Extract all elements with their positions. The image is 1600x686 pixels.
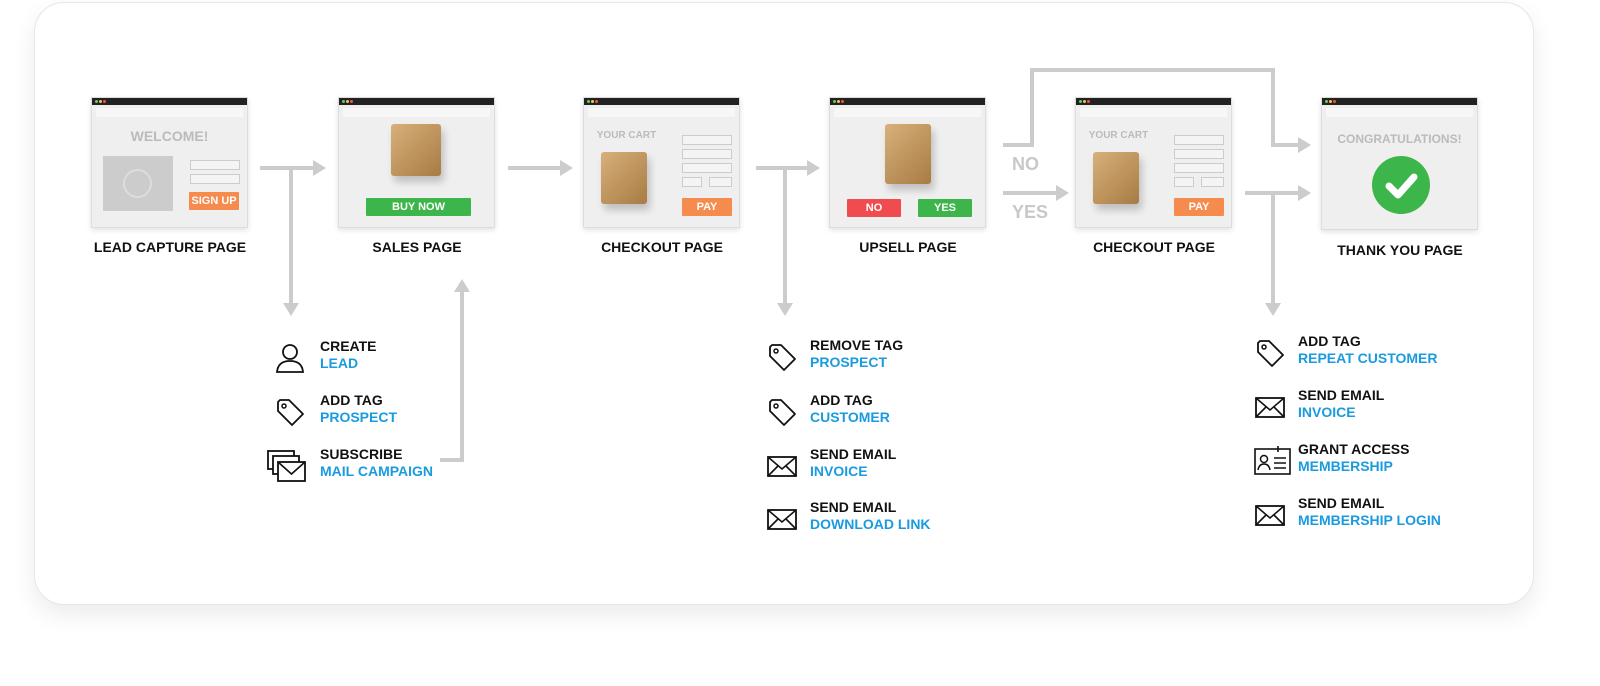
video-placeholder	[103, 156, 173, 211]
action-value: CUSTOMER	[810, 409, 890, 425]
tag-icon	[766, 396, 798, 426]
page-label: CHECKOUT PAGE	[601, 239, 723, 255]
no-button: NO	[847, 199, 901, 217]
action-item: SEND EMAIL INVOICE	[1298, 387, 1384, 421]
welcome-title: WELCOME!	[130, 128, 209, 144]
user-icon	[274, 342, 306, 373]
page-label: THANK YOU PAGE	[1337, 242, 1463, 258]
action-item: SEND EMAIL MEMBERSHIP LOGIN	[1298, 495, 1441, 529]
action-name: CREATE	[320, 338, 377, 354]
checkout-mockup: YOUR CART PAY	[583, 97, 740, 228]
action-item: SEND EMAIL INVOICE	[810, 446, 896, 480]
action-value: MEMBERSHIP LOGIN	[1298, 512, 1441, 528]
page-label: LEAD CAPTURE PAGE	[93, 239, 247, 255]
thank-you-mockup: CONGRATULATIONS!	[1321, 97, 1478, 230]
form-field	[1174, 163, 1224, 173]
action-name: SEND EMAIL	[1298, 495, 1385, 511]
form-field	[190, 174, 240, 184]
action-value: PROSPECT	[320, 409, 398, 425]
action-name: SEND EMAIL	[810, 446, 897, 462]
action-item: ADD TAG PROSPECT	[320, 392, 397, 426]
action-item: SUBSCRIBE MAIL CAMPAIGN	[320, 446, 433, 480]
form-field	[682, 163, 732, 173]
mail-icon	[1254, 499, 1286, 529]
no-branch-label: NO	[1012, 154, 1039, 174]
action-value: PROSPECT	[810, 354, 888, 370]
form-field	[682, 149, 732, 159]
tag-icon	[766, 341, 798, 371]
form-field	[1201, 177, 1224, 187]
checkout-2-mockup: YOUR CART PAY	[1075, 97, 1232, 228]
page-label: CHECKOUT PAGE	[1093, 239, 1215, 255]
pay-button: PAY	[1174, 198, 1224, 216]
box-icon	[885, 124, 931, 184]
form-field	[190, 160, 240, 170]
buy-now-button: BUY NOW	[366, 198, 471, 216]
action-value: MEMBERSHIP	[1298, 458, 1393, 474]
box-icon	[601, 152, 647, 204]
page-label: UPSELL PAGE	[859, 239, 957, 255]
action-value: MAIL CAMPAIGN	[320, 463, 434, 479]
action-value: INVOICE	[1298, 404, 1356, 420]
action-name: GRANT ACCESS	[1298, 441, 1410, 457]
tag-icon	[274, 396, 306, 426]
sign-up-button: SIGN UP	[189, 192, 239, 210]
mail-icon	[766, 503, 798, 533]
action-name: REMOVE TAG	[810, 337, 904, 353]
form-field	[709, 177, 732, 187]
upsell-mockup: NO YES	[829, 97, 986, 228]
mail-icon	[1254, 391, 1286, 421]
action-name: ADD TAG	[1298, 333, 1361, 349]
form-field	[1174, 149, 1224, 159]
box-icon	[1093, 152, 1139, 204]
form-field	[1174, 177, 1194, 187]
form-field	[682, 177, 702, 187]
action-item: CREATE LEAD	[320, 338, 377, 372]
check-icon	[1372, 156, 1430, 214]
form-field	[682, 135, 732, 145]
action-value: REPEAT CUSTOMER	[1298, 350, 1438, 366]
action-item: GRANT ACCESS MEMBERSHIP	[1298, 441, 1410, 475]
sales-mockup: BUY NOW	[338, 97, 495, 228]
action-value: LEAD	[320, 355, 359, 371]
congrats-title: CONGRATULATIONS!	[1337, 132, 1462, 146]
form-field	[1174, 135, 1224, 145]
cart-title: YOUR CART	[1088, 130, 1149, 141]
action-item: SEND EMAIL DOWNLOAD LINK	[810, 499, 931, 533]
action-name: SEND EMAIL	[810, 499, 897, 515]
tag-icon	[1254, 337, 1286, 367]
action-value: INVOICE	[810, 463, 868, 479]
action-name: ADD TAG	[810, 392, 873, 408]
action-item: ADD TAG REPEAT CUSTOMER	[1298, 333, 1438, 367]
yes-branch-label: YES	[1012, 202, 1049, 222]
action-name: SUBSCRIBE	[320, 446, 403, 462]
action-name: SEND EMAIL	[1298, 387, 1385, 403]
page-label: SALES PAGE	[372, 239, 462, 255]
yes-button: YES	[918, 199, 972, 217]
action-name: ADD TAG	[320, 392, 383, 408]
lead-capture-mockup: WELCOME! SIGN UP	[91, 97, 248, 228]
cart-title: YOUR CART	[596, 130, 657, 141]
pay-button: PAY	[682, 198, 732, 216]
action-item: ADD TAG CUSTOMER	[810, 392, 890, 426]
action-item: REMOVE TAG PROSPECT	[810, 337, 903, 371]
box-icon	[391, 124, 441, 176]
mail-icon	[766, 450, 798, 480]
mail-stack-icon	[267, 450, 306, 482]
id-card-icon	[1254, 445, 1291, 475]
action-value: DOWNLOAD LINK	[810, 516, 931, 532]
